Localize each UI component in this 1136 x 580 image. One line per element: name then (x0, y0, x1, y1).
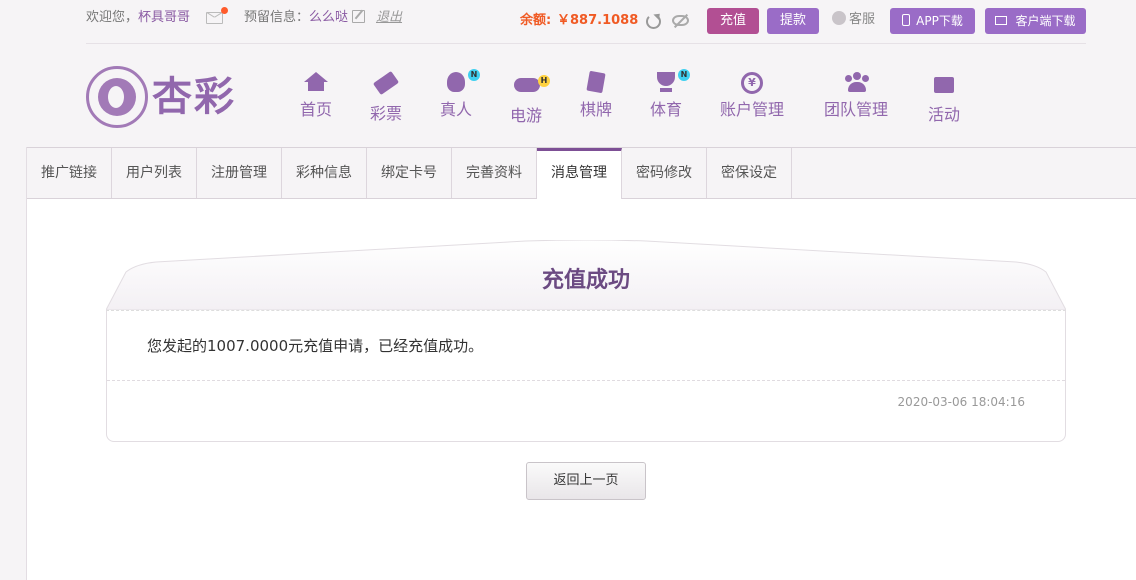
tab-complete-profile[interactable]: 完善资料 (452, 148, 537, 198)
nav-live[interactable]: N 真人 (438, 69, 480, 124)
ticket-icon (372, 70, 400, 98)
nav-slots-label: 电游 (509, 106, 542, 125)
nav-lottery[interactable]: 彩票 (368, 70, 404, 124)
tab-change-password[interactable]: 密码修改 (622, 148, 707, 198)
nav-slots[interactable]: H 电游 (508, 72, 550, 125)
tab-user-list[interactable]: 用户列表 (112, 148, 197, 198)
cards-icon (584, 70, 608, 94)
sub-tab-bar: 推广链接 用户列表 注册管理 彩种信息 绑定卡号 完善资料 消息管理 密码修改 … (27, 147, 1136, 199)
nav-account[interactable]: ¥ 账户管理 (718, 72, 786, 124)
nav-live-label: 真人 (439, 100, 472, 119)
home-icon (304, 72, 328, 94)
live-dealer-icon: N (444, 69, 480, 94)
client-download-button[interactable]: 客户端下载 (985, 8, 1086, 34)
customer-service-label: 客服 (849, 12, 876, 27)
refresh-icon[interactable] (646, 14, 661, 29)
message-text: 您发起的1007.0000元充值申请，已经充值成功。 (147, 337, 484, 355)
nav-chess[interactable]: 棋牌 (578, 70, 614, 124)
mail-icon[interactable] (206, 12, 223, 24)
tab-messages[interactable]: 消息管理 (537, 148, 622, 199)
nav-team[interactable]: 团队管理 (822, 72, 890, 124)
logo-emblem[interactable] (86, 66, 148, 128)
message-divider (107, 380, 1065, 381)
message-time: 2020-03-06 18:04:16 (897, 395, 1025, 409)
reserve-info-label: 预留信息： (244, 10, 310, 25)
app-download-label: APP下载 (916, 14, 963, 28)
logo-text[interactable]: 杏彩 (152, 72, 236, 122)
nav-home-label: 首页 (299, 100, 332, 119)
tab-security-question[interactable]: 密保设定 (707, 148, 792, 198)
top-bar: 欢迎您， 杯具哥哥 预留信息： 么么哒 退出 余额: ￥887.1088 充值 … (0, 0, 1136, 44)
edit-icon[interactable] (352, 10, 365, 23)
balance-label: 余额: (520, 13, 552, 28)
tab-bind-card[interactable]: 绑定卡号 (367, 148, 452, 198)
phone-icon (902, 14, 911, 26)
nav-activity-label: 活动 (927, 105, 960, 124)
customer-service-link[interactable]: 客服 (832, 11, 875, 29)
nav-home[interactable]: 首页 (298, 72, 334, 124)
logout-link[interactable]: 退出 (376, 9, 402, 27)
monitor-icon (995, 16, 1008, 25)
nav-activity[interactable]: 活动 (926, 72, 962, 124)
tab-register-manage[interactable]: 注册管理 (197, 148, 282, 198)
message-body: 您发起的1007.0000元充值申请，已经充值成功。 2020-03-06 18… (106, 310, 1066, 442)
new-badge: N (678, 69, 690, 81)
nav-sports-label: 体育 (649, 100, 682, 119)
top-divider (86, 43, 1086, 44)
tab-lottery-info[interactable]: 彩种信息 (282, 148, 367, 198)
welcome-text: 欢迎您， (86, 10, 139, 25)
nav-chess-label: 棋牌 (579, 100, 612, 119)
reserve-info-value: 么么哒 (309, 10, 349, 25)
app-download-button[interactable]: APP下载 (890, 8, 975, 34)
customer-service-icon (832, 11, 846, 25)
new-badge: N (468, 69, 480, 81)
gift-icon (932, 77, 956, 99)
team-icon (844, 72, 869, 94)
message-title: 充值成功 (541, 268, 630, 293)
nav-team-label: 团队管理 (823, 100, 888, 119)
tab-promo-link[interactable]: 推广链接 (27, 148, 112, 198)
coin-icon: ¥ (740, 72, 764, 94)
nav-sports[interactable]: N 体育 (648, 69, 690, 124)
hide-balance-icon[interactable] (672, 15, 689, 26)
back-button[interactable]: 返回上一页 (526, 462, 646, 500)
balance-value: ￥887.1088 (557, 13, 639, 28)
gamepad-icon: H (514, 75, 550, 100)
client-download-label: 客户端下载 (1015, 14, 1076, 28)
recharge-button[interactable]: 充值 (707, 8, 759, 34)
trophy-icon: N (654, 69, 690, 94)
message-card: 充值成功 您发起的1007.0000元充值申请，已经充值成功。 2020-03-… (106, 240, 1066, 442)
hot-badge: H (538, 75, 550, 87)
nav-lottery-label: 彩票 (369, 104, 402, 123)
withdraw-button[interactable]: 提款 (767, 8, 819, 34)
username-link[interactable]: 杯具哥哥 (138, 9, 190, 27)
nav-account-label: 账户管理 (719, 100, 784, 119)
unread-dot (221, 7, 228, 14)
